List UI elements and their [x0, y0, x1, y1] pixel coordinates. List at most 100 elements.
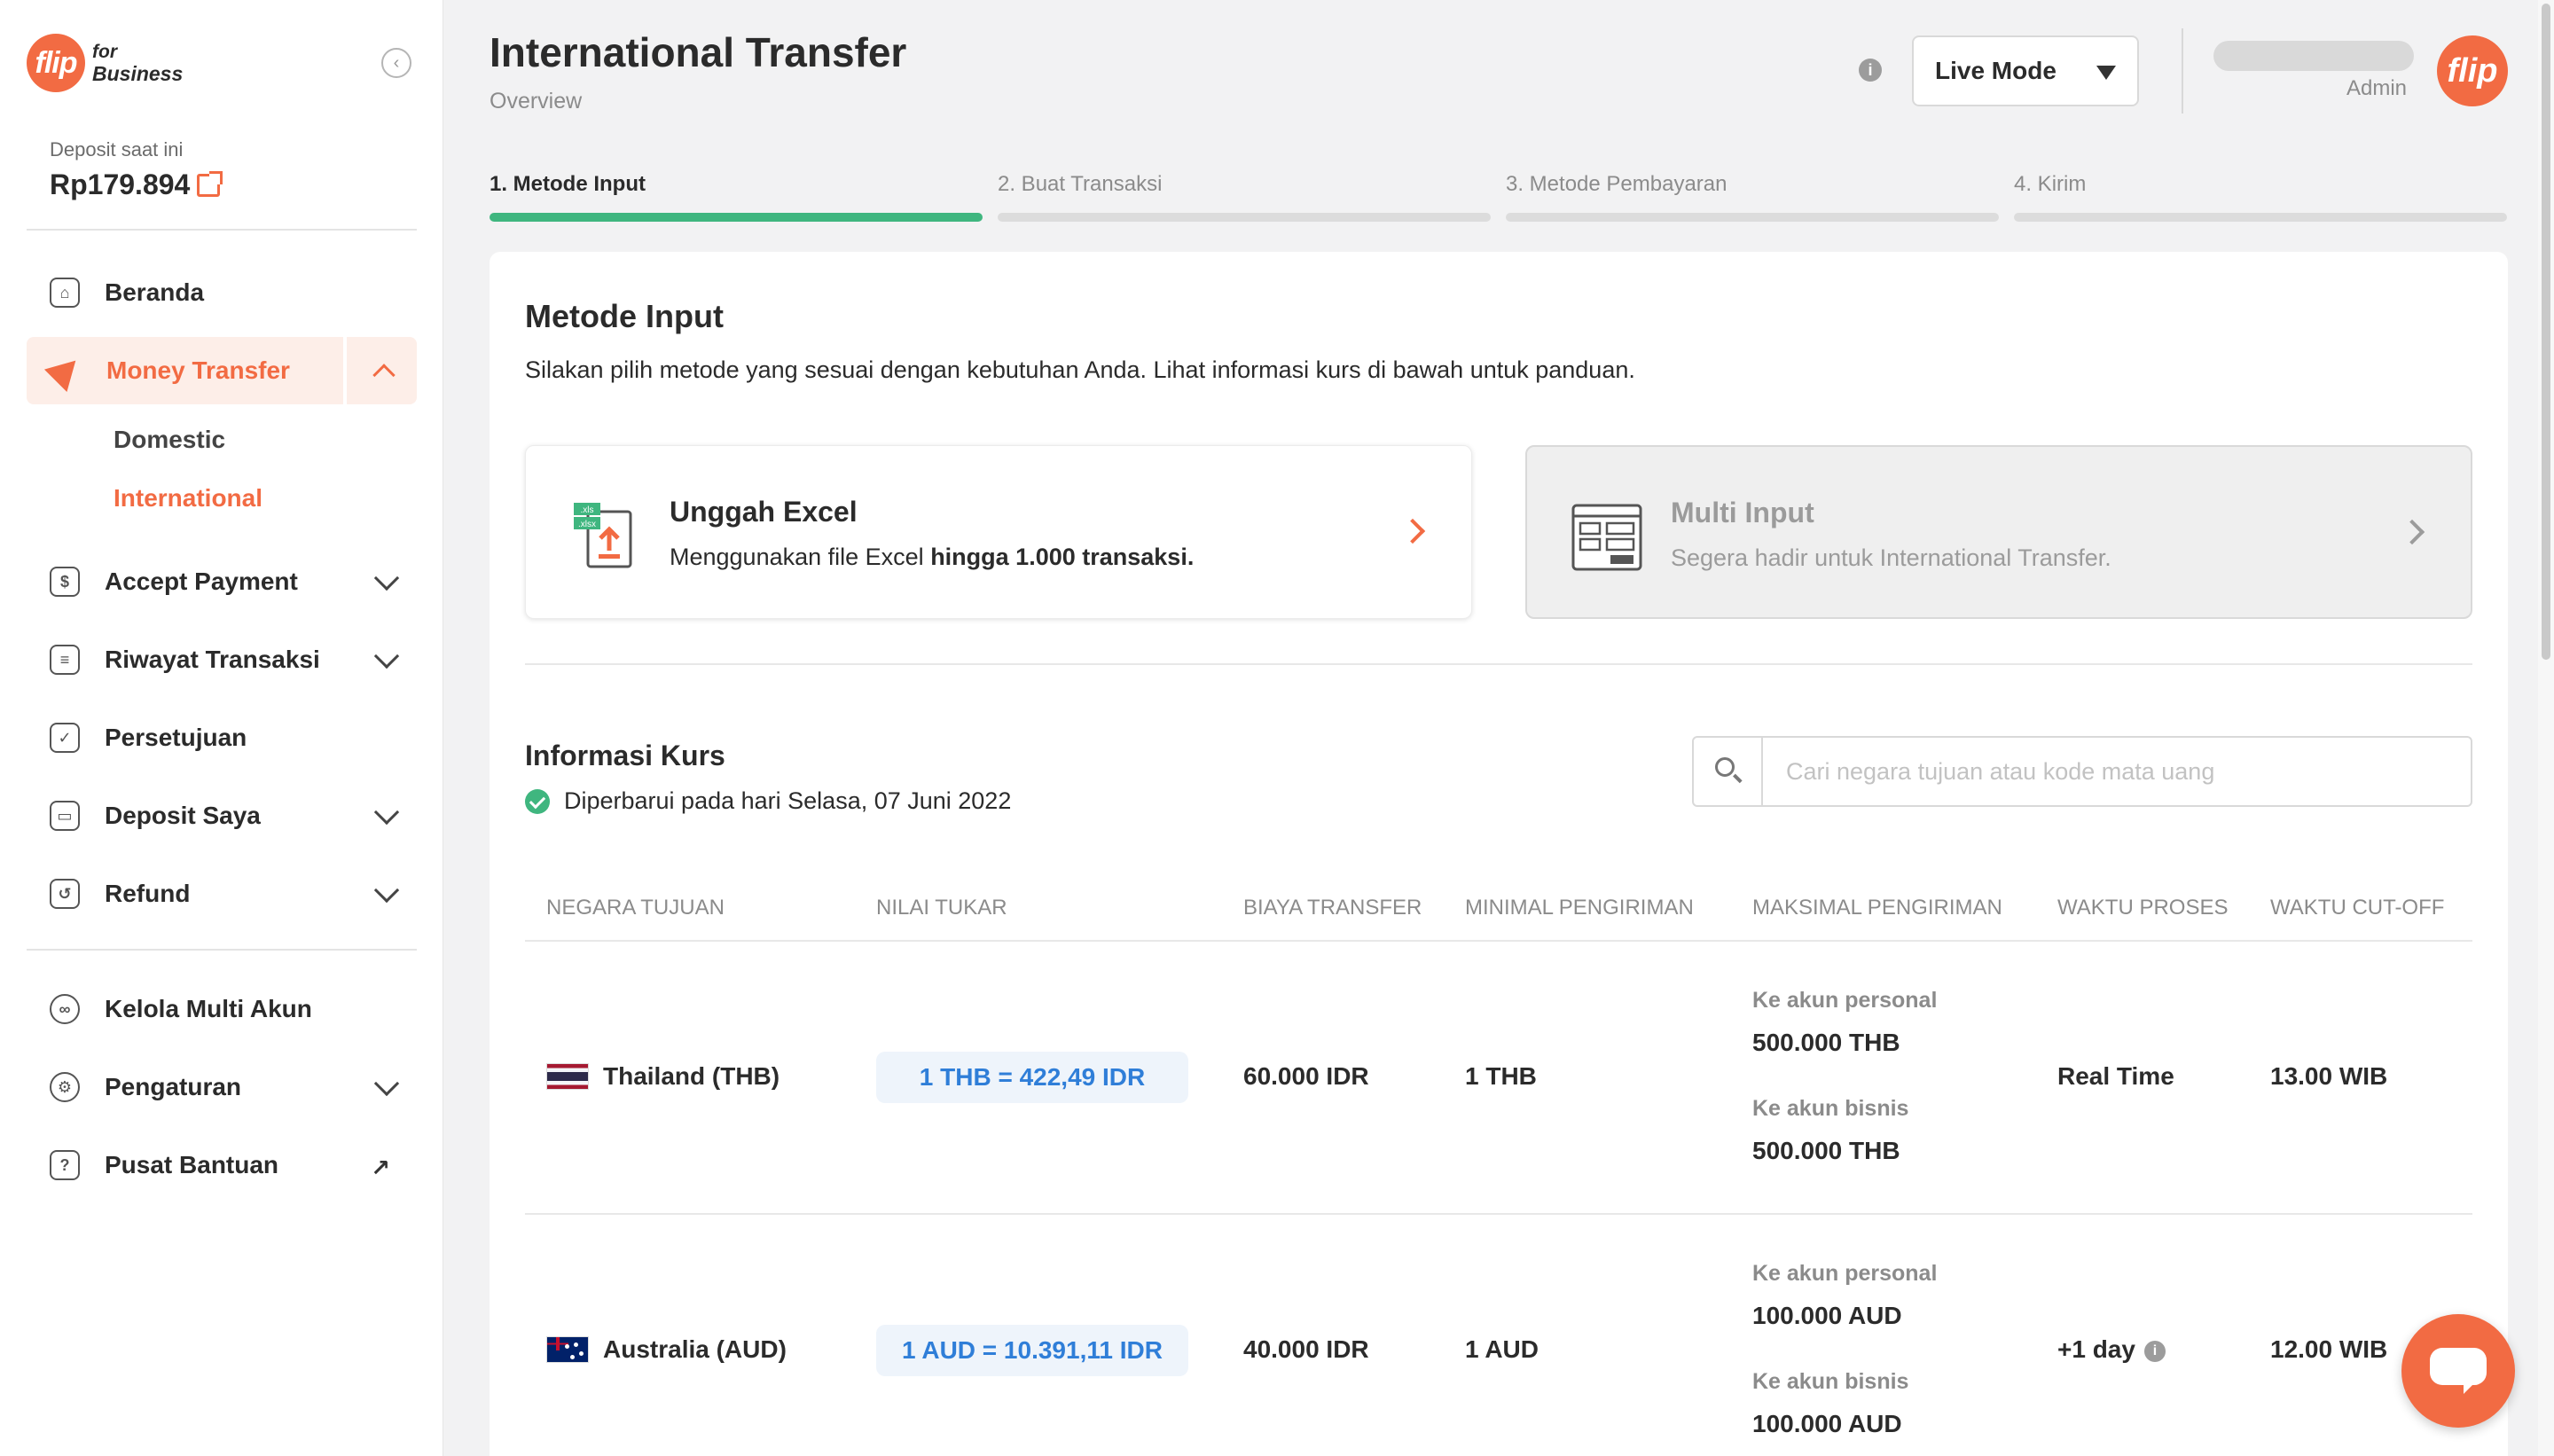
- chevron-left-icon: ‹: [393, 52, 400, 73]
- sidebar-item-riwayat-transaksi[interactable]: ≡ Riwayat Transaksi: [27, 626, 417, 693]
- svg-text:.xlsx: .xlsx: [578, 520, 596, 529]
- th-negara-tujuan: NEGARA TUJUAN: [546, 896, 725, 920]
- min-amount: 1 THB: [1465, 1062, 1537, 1090]
- mode-select[interactable]: Live Mode: [1912, 35, 2139, 106]
- option-description: Menggunakan file Excel hingga 1.000 tran…: [670, 544, 1194, 571]
- option-desc-prefix: Menggunakan file Excel: [670, 544, 931, 570]
- step-bar: [998, 213, 1491, 222]
- option-title: Unggah Excel: [670, 496, 858, 528]
- option-title: Multi Input: [1671, 497, 1814, 528]
- card-divider: [525, 663, 2472, 665]
- chevron-down-icon: [373, 877, 400, 904]
- search-box: [1692, 736, 2472, 807]
- deposit-label: Deposit saat ini: [50, 138, 184, 160]
- sidebar-item-kelola-multi-akun[interactable]: ∞ Kelola Multi Akun: [27, 975, 417, 1043]
- max-personal-value: 100.000 AUD: [1752, 1302, 1902, 1329]
- check-circle-icon: [525, 788, 550, 814]
- step-bar: [1506, 213, 1999, 222]
- sidebar-item-label: Pengaturan: [105, 1073, 242, 1100]
- table-header-divider: [525, 940, 2472, 942]
- max-business-value: 500.000 THB: [1752, 1137, 1900, 1164]
- collapse-sidebar-button[interactable]: ‹: [381, 48, 411, 78]
- chevron-down-icon: [373, 799, 400, 826]
- thailand-flag-icon: [546, 1063, 589, 1090]
- sidebar-item-refund[interactable]: ↺ Refund: [27, 860, 417, 928]
- user-name-blurred: [2213, 41, 2414, 71]
- sidebar-subitem-international[interactable]: International: [114, 484, 262, 513]
- info-icon[interactable]: i: [2143, 1340, 2166, 1362]
- page-subtitle: Overview: [490, 89, 583, 114]
- min-amount: 1 AUD: [1465, 1335, 1539, 1363]
- sidebar-item-label: Riwayat Transaksi: [105, 646, 320, 673]
- th-waktu-cutoff: WAKTU CUT-OFF: [2270, 896, 2445, 920]
- chat-button[interactable]: [2401, 1314, 2515, 1428]
- process-time-cell: +1 day i: [2057, 1335, 2166, 1364]
- sidebar-item-label: Refund: [105, 880, 191, 907]
- chevron-right-icon: [1399, 518, 1426, 544]
- table-row-country: Thailand (THB): [546, 1062, 780, 1091]
- sidebar-item-label: Kelola Multi Akun: [105, 995, 312, 1022]
- max-business-label: Ke akun bisnis: [1752, 1369, 1909, 1394]
- form-icon: [1571, 504, 1642, 571]
- sidebar-item-pusat-bantuan[interactable]: ? Pusat Bantuan ↗: [27, 1131, 417, 1199]
- section-title: Metode Input: [525, 298, 724, 334]
- max-business-label: Ke akun bisnis: [1752, 1096, 1909, 1121]
- step-label: 3. Metode Pembayaran: [1506, 172, 1727, 196]
- chat-icon-tail: [2464, 1380, 2478, 1394]
- exchange-rate-pill: 1 AUD = 10.391,11 IDR: [876, 1325, 1188, 1376]
- search-input[interactable]: [1763, 738, 2471, 805]
- kurs-updated-text: Diperbarui pada hari Selasa, 07 Juni 202…: [564, 787, 1012, 814]
- send-icon: [43, 348, 88, 393]
- upload-excel-option[interactable]: .xls .xlsx Unggah Excel Menggunakan file…: [525, 445, 1472, 619]
- info-icon[interactable]: i: [1859, 59, 1882, 82]
- caret-down-icon: [2096, 66, 2116, 80]
- main-card: Metode Input Silakan pilih metode yang s…: [490, 252, 2508, 1456]
- th-nilai-tukar: NILAI TUKAR: [876, 896, 1007, 920]
- chevron-up-icon[interactable]: [372, 364, 396, 387]
- cutoff-time: 12.00 WIB: [2270, 1335, 2388, 1363]
- avatar[interactable]: flip: [2437, 35, 2508, 106]
- process-time: Real Time: [2057, 1062, 2174, 1090]
- payment-icon: $: [50, 567, 80, 597]
- users-icon: ∞: [50, 994, 80, 1024]
- scrollbar[interactable]: [2538, 0, 2554, 1456]
- sidebar-item-persetujuan[interactable]: ✓ Persetujuan: [27, 704, 417, 771]
- max-personal-label: Ke akun personal: [1752, 988, 1938, 1013]
- header-divider: [2182, 28, 2183, 114]
- brand-business: Business: [92, 62, 184, 85]
- external-link-icon[interactable]: [197, 170, 223, 197]
- sidebar-divider: [27, 229, 417, 231]
- brand-logo[interactable]: flip for Business: [27, 34, 183, 92]
- country-name: Australia (AUD): [603, 1335, 787, 1363]
- sidebar-item-label: Persetujuan: [105, 724, 247, 751]
- deposit-value: Rp179.894: [50, 168, 223, 201]
- country-name: Thailand (THB): [603, 1062, 780, 1090]
- step-metode-input: 1. Metode Input: [490, 172, 983, 222]
- wallet-icon: ▭: [50, 801, 80, 831]
- option-desc-bold: hingga 1.000 transaksi.: [930, 544, 1195, 570]
- multi-input-option: Multi Input Segera hadir untuk Internati…: [1525, 445, 2472, 619]
- step-buat-transaksi: 2. Buat Transaksi: [998, 172, 1491, 222]
- sidebar-item-label: Money Transfer: [106, 356, 290, 384]
- transfer-fee: 60.000 IDR: [1243, 1062, 1369, 1090]
- sidebar-item-accept-payment[interactable]: $ Accept Payment: [27, 548, 417, 615]
- section-description: Silakan pilih metode yang sesuai dengan …: [525, 356, 1635, 383]
- sidebar-item-label: Deposit Saya: [105, 802, 261, 829]
- sidebar-item-pengaturan[interactable]: ⚙ Pengaturan: [27, 1053, 417, 1121]
- option-description: Segera hadir untuk International Transfe…: [1671, 544, 2111, 571]
- page-title: International Transfer: [490, 29, 907, 75]
- help-icon: ?: [50, 1150, 80, 1180]
- sidebar-item-label: Accept Payment: [105, 568, 298, 595]
- sidebar-item-deposit-saya[interactable]: ▭ Deposit Saya: [27, 782, 417, 849]
- sidebar-subitem-domestic[interactable]: Domestic: [114, 426, 225, 454]
- step-label: 4. Kirim: [2014, 172, 2087, 196]
- scrollbar-thumb[interactable]: [2542, 4, 2550, 660]
- svg-text:.xls: .xls: [581, 505, 594, 515]
- australia-flag-icon: [546, 1336, 589, 1363]
- table-row-country: Australia (AUD): [546, 1335, 787, 1364]
- th-waktu-proses: WAKTU PROSES: [2057, 896, 2229, 920]
- sidebar-item-beranda[interactable]: ⌂ Beranda: [27, 259, 417, 326]
- nav-split: [343, 337, 347, 404]
- sidebar-item-money-transfer[interactable]: Money Transfer: [27, 337, 417, 404]
- sidebar-item-label: Beranda: [105, 278, 205, 306]
